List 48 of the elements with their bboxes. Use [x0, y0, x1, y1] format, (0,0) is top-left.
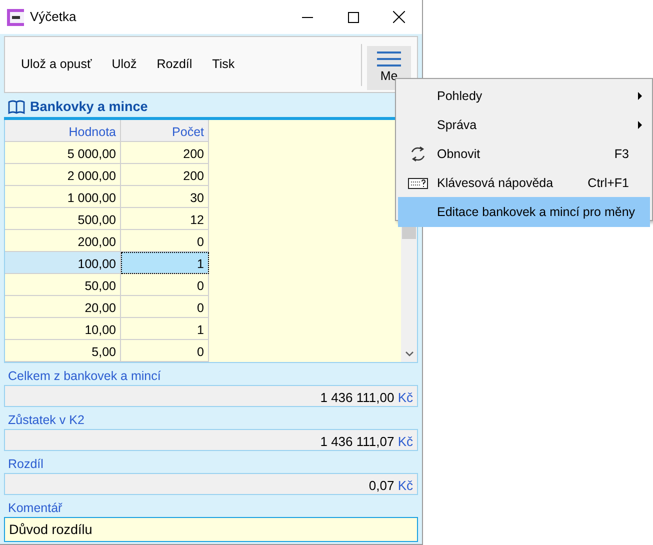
table-cell: 5,00	[5, 340, 121, 362]
field-label: Celkem z bankovek a mincí	[8, 369, 161, 383]
table-cell[interactable]: 0	[121, 274, 209, 296]
toolbar-button[interactable]: Ulož	[102, 50, 147, 80]
input-field[interactable]: Důvod rozdílu	[4, 517, 418, 542]
toolbar-button[interactable]: Tisk	[202, 50, 245, 80]
table-cell: 200,00	[5, 230, 121, 252]
table-cell[interactable]: 30	[121, 186, 209, 208]
table-cell: 500,00	[5, 208, 121, 230]
book-icon	[8, 100, 25, 114]
field-label: Zůstatek v K2	[8, 413, 84, 427]
column-header[interactable]: Hodnota	[5, 120, 121, 142]
toolbar-button[interactable]: Rozdíl	[146, 50, 202, 80]
maximize-icon	[348, 12, 358, 22]
table-cell[interactable]: 1	[121, 318, 209, 340]
table-cell: 5 000,00	[5, 142, 121, 164]
field-label: Komentář	[8, 501, 62, 515]
table-cell: 50,00	[5, 274, 121, 296]
app-logo-icon	[7, 8, 24, 26]
table-cell: 20,00	[5, 296, 121, 318]
table-cell: 1 000,00	[5, 186, 121, 208]
menu-icon	[377, 50, 401, 66]
table-cell: 2 000,00	[5, 164, 121, 186]
table-cell[interactable]: 200	[121, 142, 209, 164]
table-cell[interactable]: 12	[121, 208, 209, 230]
menu-item[interactable]: Správa	[398, 110, 650, 140]
toolbar-button[interactable]: Ulož a opusť	[11, 50, 102, 80]
table-cell[interactable]: 0	[121, 230, 209, 252]
menu-button[interactable]: Me	[367, 46, 411, 90]
table-cell: 100,00	[5, 252, 121, 274]
menu-item[interactable]: Obnovit F3	[398, 139, 650, 169]
menu-item[interactable]: Editace bankovek a mincí pro měny	[398, 197, 650, 227]
table-cell[interactable]: 0	[121, 296, 209, 318]
table-cell[interactable]: 1	[121, 252, 209, 274]
table-cell[interactable]: 0	[121, 340, 209, 362]
readonly-field: 1 436 111,07 Kč	[4, 429, 418, 451]
readonly-field: 0,07 Kč	[4, 473, 418, 495]
readonly-field: 1 436 111,00 Kč	[4, 385, 418, 407]
menu-item[interactable]: Klávesová nápověda Ctrl+F1	[398, 168, 650, 198]
window-title: Výčetka	[30, 8, 78, 26]
table-cell[interactable]: 200	[121, 164, 209, 186]
section-title: Bankovky a mince	[30, 98, 148, 116]
refresh-icon	[408, 146, 426, 162]
table-cell: 10,00	[5, 318, 121, 340]
field-label: Rozdíl	[8, 457, 44, 471]
close-icon	[393, 11, 405, 23]
column-header[interactable]: Počet	[121, 120, 209, 142]
keyboard-icon	[408, 178, 428, 188]
